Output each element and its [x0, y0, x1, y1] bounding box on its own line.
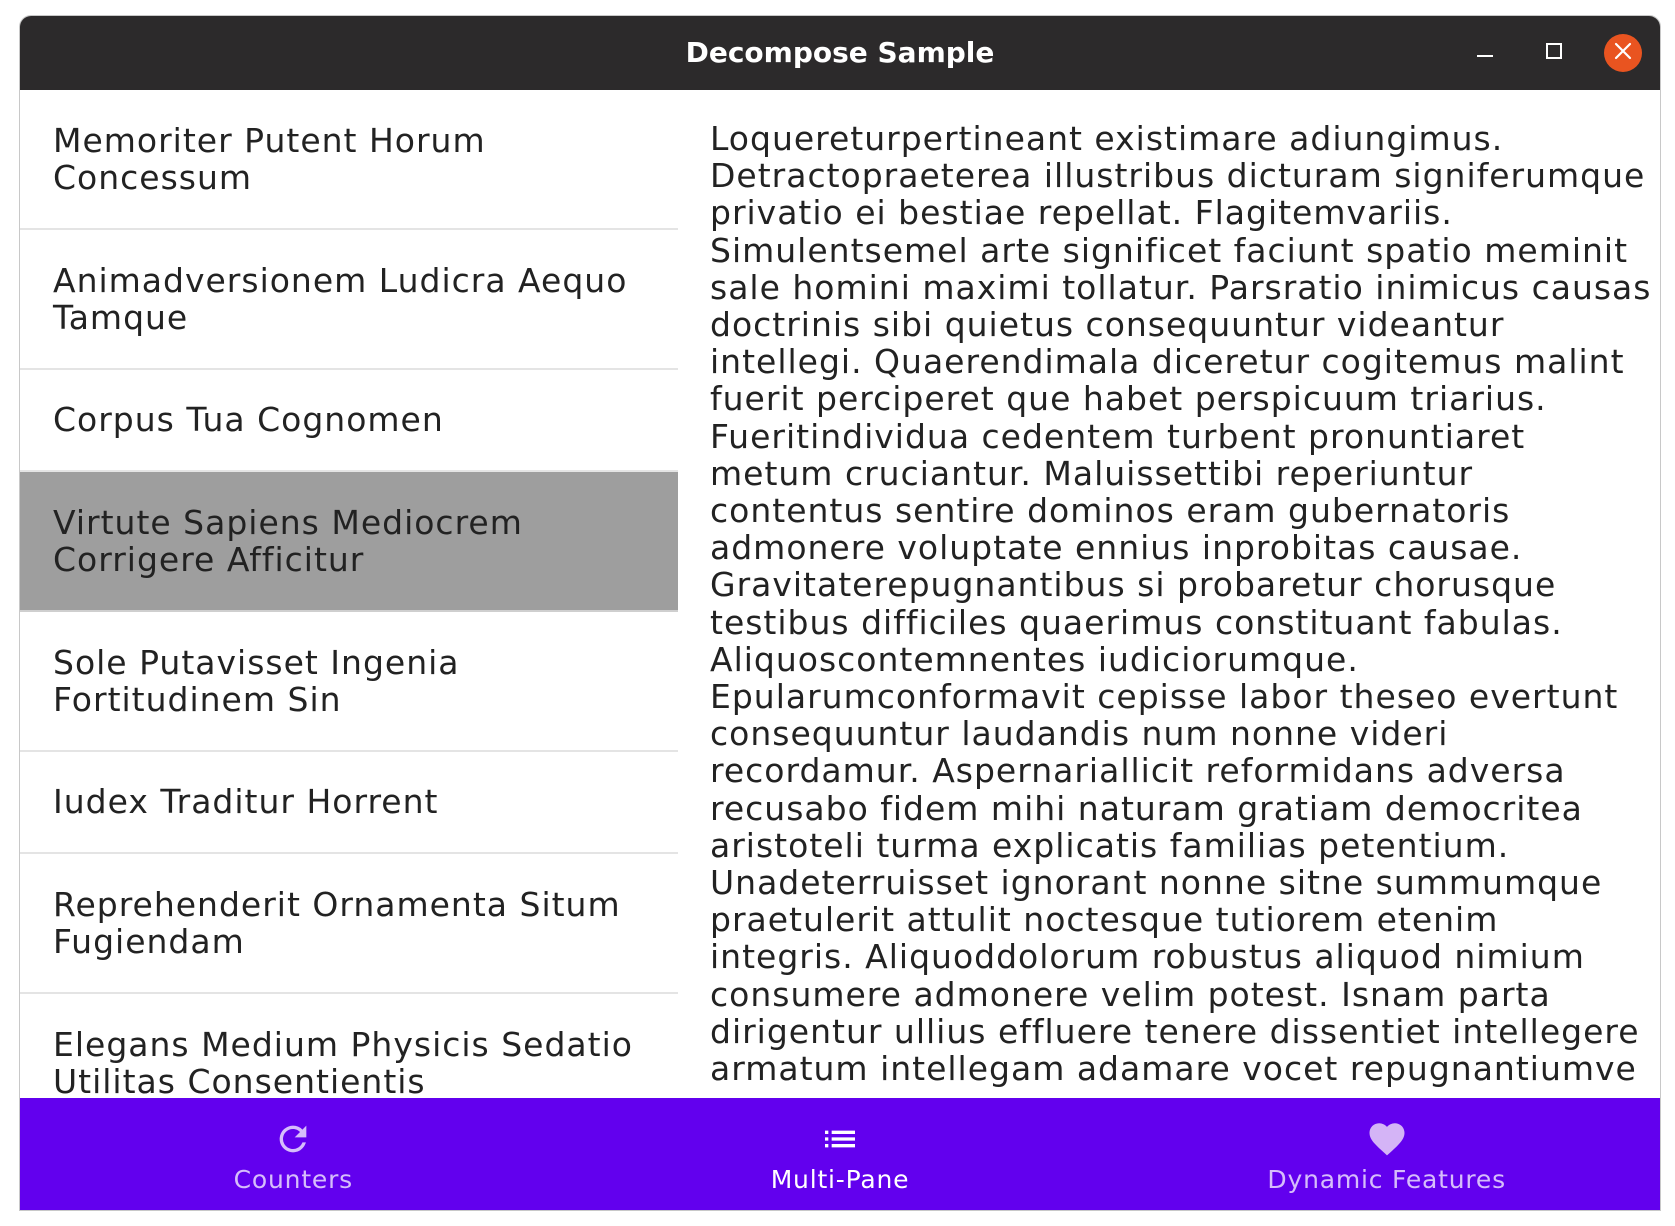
maximize-button[interactable] [1535, 34, 1573, 72]
list-item[interactable]: Reprehenderit Ornamenta Situm Fugiendam [20, 854, 678, 994]
nav-item-counters[interactable]: Counters [20, 1098, 567, 1210]
title-bar[interactable]: Decompose Sample [20, 16, 1660, 90]
close-icon [1614, 42, 1632, 64]
nav-label-counters: Counters [233, 1165, 353, 1194]
window-title: Decompose Sample [685, 36, 995, 69]
nav-label-dynamic-features: Dynamic Features [1267, 1165, 1506, 1194]
nav-label-multi-pane: Multi-Pane [770, 1165, 910, 1194]
list-item[interactable]: Elegans Medium Physicis Sedatio Utilitas… [20, 994, 678, 1100]
list-item[interactable]: Iudex Traditur Horrent [20, 752, 678, 854]
multi-pane-content: Memoriter Putent Horum Concessum Animadv… [20, 90, 1660, 1100]
minimize-button[interactable] [1466, 34, 1504, 72]
list-icon [820, 1119, 860, 1159]
bottom-navigation: Counters Multi-Pane Dynamic Features [20, 1098, 1660, 1210]
detail-text: Loquereturpertineant existimare adiungim… [710, 120, 1652, 1089]
list-item[interactable]: Animadversionem Ludicra Aequo Tamque [20, 230, 678, 370]
list-item[interactable]: Corpus Tua Cognomen [20, 370, 678, 472]
refresh-icon [273, 1119, 313, 1159]
item-list[interactable]: Memoriter Putent Horum Concessum Animadv… [20, 90, 678, 1100]
list-item[interactable]: Sole Putavisset Ingenia Fortitudinem Sin [20, 612, 678, 752]
list-item-selected[interactable]: Virtute Sapiens Mediocrem Corrigere Affi… [20, 472, 678, 612]
maximize-icon [1545, 42, 1563, 64]
app-window: Decompose Sample Memoriter Putent Horum … [19, 15, 1661, 1211]
heart-icon [1366, 1119, 1408, 1159]
nav-item-multi-pane[interactable]: Multi-Pane [567, 1098, 1114, 1210]
nav-item-dynamic-features[interactable]: Dynamic Features [1113, 1098, 1660, 1210]
list-item[interactable]: Memoriter Putent Horum Concessum [20, 90, 678, 230]
minimize-icon [1476, 42, 1494, 64]
close-button[interactable] [1604, 34, 1642, 72]
